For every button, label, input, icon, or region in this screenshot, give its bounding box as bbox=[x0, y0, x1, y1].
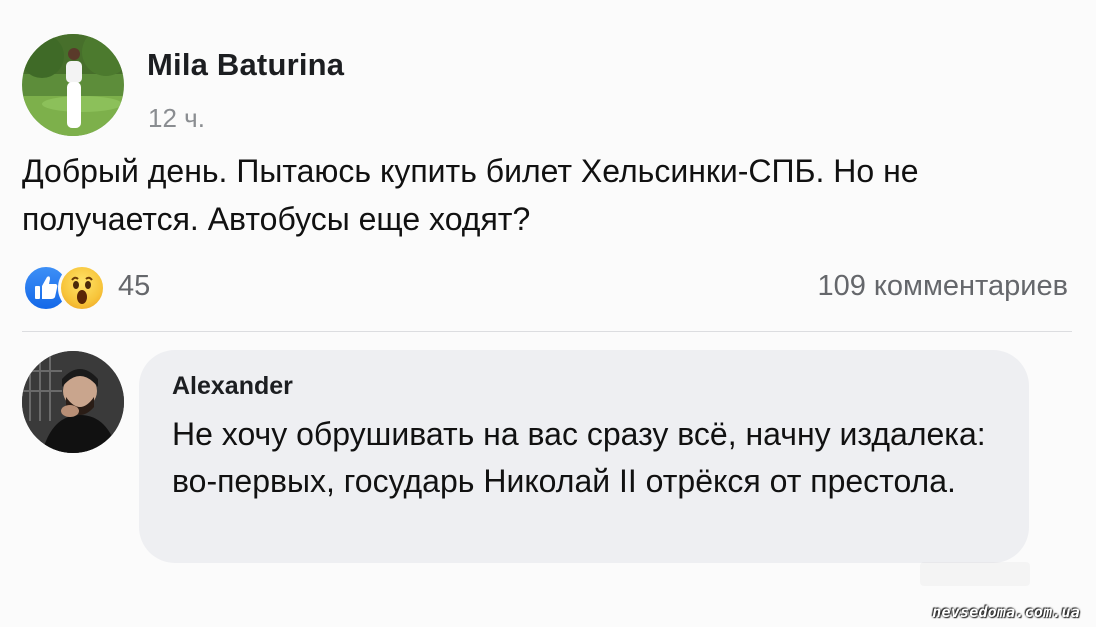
post-author-avatar[interactable] bbox=[22, 34, 124, 136]
faded-watermark bbox=[920, 562, 1030, 586]
comment-bubble: Alexander Не хочу обрушивать на вас сраз… bbox=[139, 350, 1029, 563]
comment-author-avatar[interactable] bbox=[22, 351, 124, 453]
divider bbox=[22, 331, 1072, 332]
comment-author-name[interactable]: Alexander bbox=[172, 372, 293, 401]
post-timestamp[interactable]: 12 ч. bbox=[148, 103, 205, 134]
site-watermark: nevsedoma.com.ua bbox=[932, 603, 1080, 621]
reaction-icons[interactable] bbox=[22, 262, 112, 312]
reaction-count[interactable]: 45 bbox=[118, 270, 150, 303]
comment-text: Не хочу обрушивать на вас сразу всё, нач… bbox=[172, 416, 986, 499]
wow-icon bbox=[58, 264, 106, 312]
comments-count-link[interactable]: 109 комментариев bbox=[817, 270, 1068, 303]
post-author-name[interactable]: Mila Baturina bbox=[147, 47, 344, 83]
post-text: Добрый день. Пытаюсь купить билет Хельси… bbox=[22, 153, 919, 237]
